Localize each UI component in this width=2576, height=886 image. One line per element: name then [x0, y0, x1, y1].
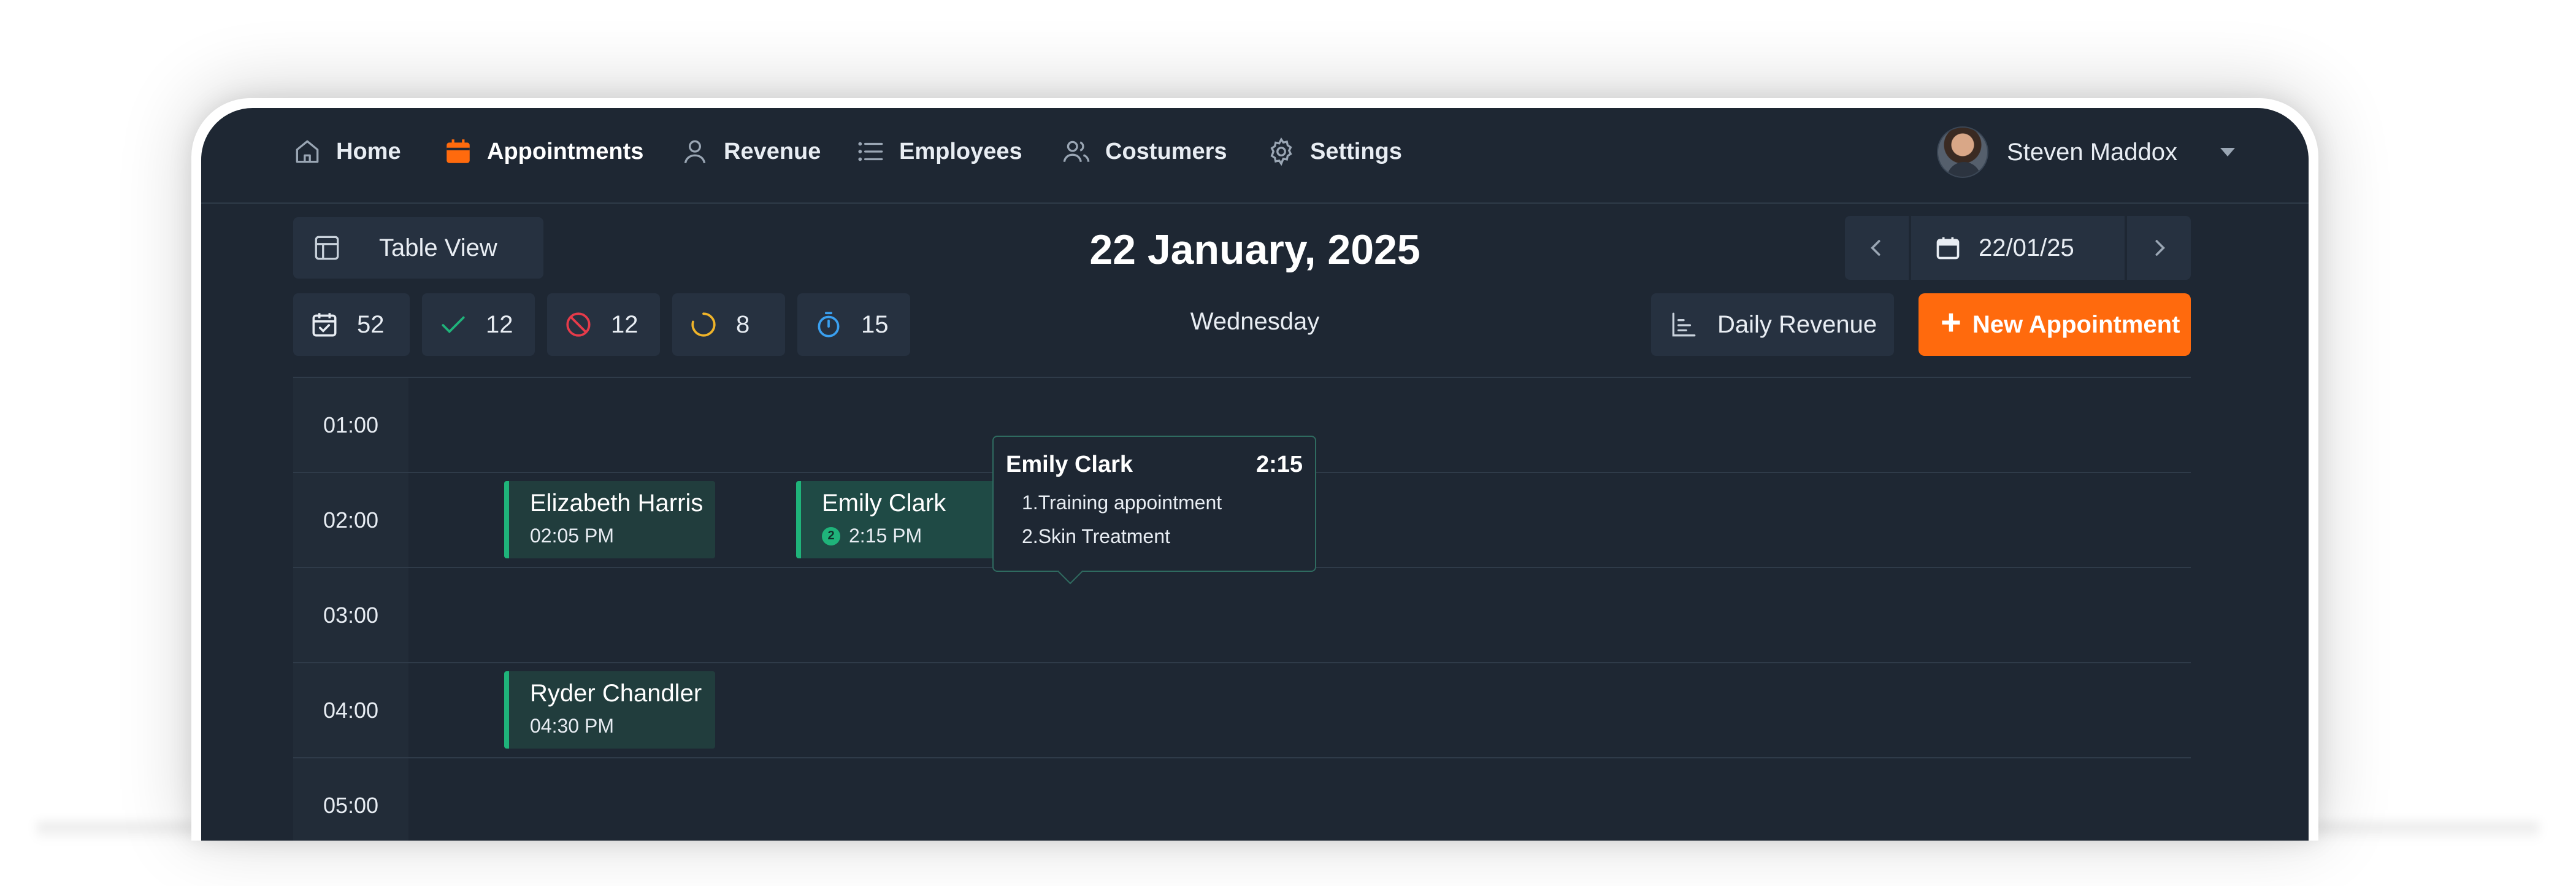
- new-appointment-label: New Appointment: [1972, 310, 2180, 338]
- appointment-card[interactable]: Emily Clark 2 2:15 PM: [796, 481, 1007, 558]
- list-icon: [858, 142, 883, 161]
- appointment-name: Elizabeth Harris: [530, 490, 703, 517]
- chevron-right-icon: [2155, 240, 2165, 256]
- nav-item-home[interactable]: Home: [292, 130, 401, 173]
- bar-chart-icon: [1672, 312, 1696, 337]
- appointment-time: 04:30 PM: [530, 715, 614, 737]
- date-picker[interactable]: 22/01/25: [1911, 216, 2125, 280]
- hour-label: 03:00: [323, 602, 379, 628]
- user-name: Steven Maddox: [2007, 138, 2177, 166]
- nav-item-costumers[interactable]: Costumers: [1061, 130, 1227, 173]
- nav-label-appointments: Appointments: [487, 138, 644, 164]
- nav-label-costumers: Costumers: [1105, 138, 1227, 164]
- nav-item-settings[interactable]: Settings: [1266, 130, 1402, 173]
- nav-label-settings: Settings: [1310, 138, 1402, 164]
- app-screen: Home Appointments Revenue Employees Cost…: [201, 108, 2309, 841]
- stat-cancelled-value: 12: [611, 310, 638, 338]
- nav-label-revenue: Revenue: [724, 138, 821, 164]
- avatar: [1937, 126, 1989, 178]
- stat-confirmed-value: 12: [486, 310, 513, 338]
- daily-revenue-label: Daily Revenue: [1717, 310, 1877, 338]
- users-icon: [1063, 141, 1090, 163]
- user-icon: [684, 140, 706, 164]
- hour-label: 05:00: [323, 792, 379, 818]
- daily-revenue-button[interactable]: Daily Revenue: [1651, 293, 1894, 356]
- stat-in-progress-value: 8: [736, 310, 750, 338]
- previous-day-button[interactable]: [1845, 216, 1909, 280]
- tooltip-name: Emily Clark: [1006, 452, 1133, 477]
- plus-icon: +: [1941, 302, 1961, 342]
- gear-icon: [1270, 137, 1292, 166]
- home-icon: [296, 140, 319, 163]
- next-day-button[interactable]: [2127, 216, 2191, 280]
- appointment-time: 2:15 PM: [849, 525, 922, 547]
- calendar-check-icon: [312, 313, 337, 337]
- stat-in-progress[interactable]: 8: [672, 293, 785, 356]
- service-count-badge: 2: [822, 526, 840, 545]
- check-icon: [442, 316, 465, 334]
- chevron-left-icon: [1871, 240, 1880, 256]
- cancel-icon: [566, 312, 591, 337]
- new-appointment-button[interactable]: + New Appointment: [1919, 293, 2191, 356]
- nav-item-employees[interactable]: Employees: [855, 130, 1022, 173]
- stat-cancelled[interactable]: 12: [547, 293, 660, 356]
- nav-label-home: Home: [336, 138, 401, 164]
- hour-label: 02:00: [323, 507, 379, 533]
- nav-item-appointments[interactable]: Appointments: [443, 130, 643, 173]
- tooltip-service: 1.Training appointment: [1022, 491, 1222, 514]
- date-navigator: 22/01/25: [1845, 216, 2191, 280]
- timer-icon: [818, 312, 840, 337]
- appointment-card[interactable]: Elizabeth Harris 02:05 PM: [504, 481, 715, 558]
- stat-waiting-value: 15: [861, 310, 889, 338]
- hour-label: 01:00: [323, 412, 379, 437]
- stat-total[interactable]: 52: [293, 293, 410, 356]
- tooltip-duration: 2:15: [1255, 452, 1303, 477]
- tooltip-service: 2.Skin Treatment: [1022, 525, 1170, 547]
- top-navigation: Home Appointments Revenue Employees Cost…: [201, 108, 2309, 204]
- appointment-name: Emily Clark: [822, 490, 946, 517]
- stat-total-value: 52: [357, 310, 385, 338]
- nav-item-revenue[interactable]: Revenue: [680, 130, 821, 173]
- hour-label: 04:00: [323, 697, 379, 723]
- calendar-icon: [1936, 237, 1960, 260]
- user-menu[interactable]: Steven Maddox: [1937, 126, 2235, 178]
- hour-row[interactable]: 05:00: [293, 758, 2191, 841]
- stat-waiting[interactable]: 15: [797, 293, 910, 356]
- hour-row[interactable]: 03:00: [293, 568, 2191, 663]
- date-value: 22/01/25: [1979, 234, 2074, 261]
- stat-confirmed[interactable]: 12: [422, 293, 535, 356]
- calendar-icon: [447, 139, 470, 163]
- appointment-name: Ryder Chandler: [530, 680, 702, 707]
- appointment-time: 02:05 PM: [530, 525, 614, 547]
- nav-label-employees: Employees: [899, 138, 1022, 164]
- progress-icon: [691, 312, 716, 337]
- appointment-card[interactable]: Ryder Chandler 04:30 PM: [504, 671, 715, 749]
- appointment-tooltip: Emily Clark 2:15 1.Training appointment …: [992, 436, 1316, 572]
- appointment-time-row: 2 2:15 PM: [822, 525, 1007, 547]
- chevron-down-icon: [2220, 148, 2235, 156]
